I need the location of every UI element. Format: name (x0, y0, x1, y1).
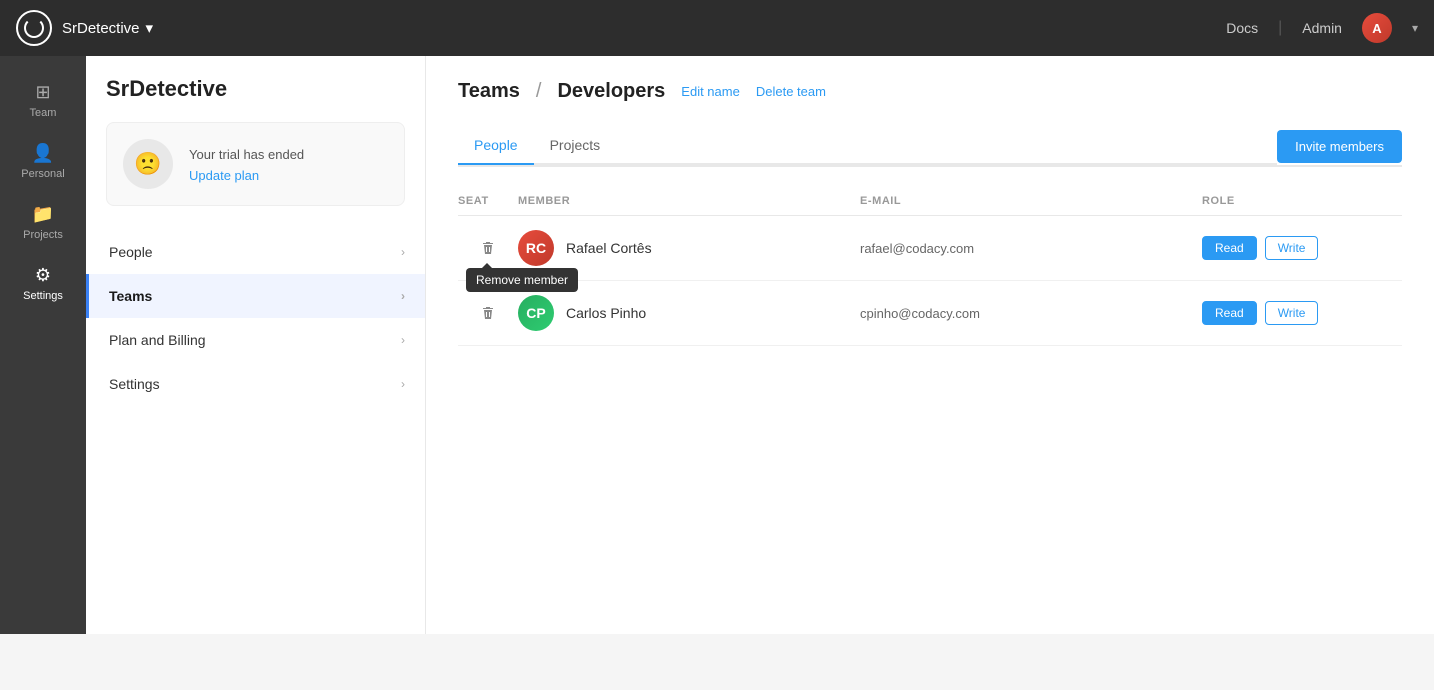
delete-team-button[interactable]: Delete team (756, 84, 826, 99)
remove-member-icon-carlos[interactable] (476, 301, 500, 325)
member-name-carlos: Carlos Pinho (566, 305, 646, 321)
avatar-chevron[interactable]: ▾ (1412, 21, 1418, 35)
tab-projects[interactable]: Projects (534, 127, 617, 165)
breadcrumb-child: Developers (557, 80, 665, 103)
sidebar-item-team[interactable]: ⊞ Team (8, 72, 78, 129)
navbar-logo (16, 10, 52, 46)
sidebar-item-projects[interactable]: 📁 Projects (8, 194, 78, 251)
col-role: ROLE (1202, 195, 1402, 207)
col-member: MEMBER (518, 195, 860, 207)
navbar-brand[interactable]: SrDetective ▾ (62, 19, 153, 37)
seat-cell-carlos (458, 301, 518, 325)
settings-icon: ⚙ (35, 265, 51, 286)
tabs: People Projects (458, 127, 1277, 165)
member-cell-carlos: CP Carlos Pinho (518, 295, 860, 331)
remove-member-icon-rafael[interactable]: Remove member (476, 236, 500, 260)
trial-face-icon: 🙁 (123, 139, 173, 189)
avatar[interactable]: A (1362, 13, 1392, 43)
role-read-carlos[interactable]: Read (1202, 301, 1257, 325)
role-write-rafael[interactable]: Write (1265, 236, 1319, 260)
remove-member-tooltip: Remove member (466, 268, 578, 292)
navbar-right: Docs | Admin A ▾ (1226, 13, 1418, 43)
table-row: CP Carlos Pinho cpinho@codacy.com Read W… (458, 281, 1402, 346)
nav-plan-chevron: › (401, 333, 405, 347)
content-area: Teams / Developers Edit name Delete team… (426, 56, 1434, 634)
sidebar-item-settings[interactable]: ⚙ Settings (8, 255, 78, 312)
col-seat: SEAT (458, 195, 518, 207)
table-row: Remove member RC Rafael Cortês rafael@co… (458, 216, 1402, 281)
breadcrumb-sep: / (536, 80, 542, 103)
nav-settings[interactable]: Settings › (86, 362, 425, 406)
role-cell-rafael: Read Write (1202, 236, 1402, 260)
avatar-initials: A (1372, 21, 1381, 36)
table-header: SEAT MEMBER E-MAIL ROLE (458, 187, 1402, 216)
sidebar-item-settings-label: Settings (23, 290, 63, 302)
nav-teams-chevron: › (401, 289, 405, 303)
member-name-rafael: Rafael Cortês (566, 240, 652, 256)
trial-info: Your trial has ended Update plan (189, 146, 304, 183)
seat-cell-rafael: Remove member (458, 236, 518, 260)
nav-settings-label: Settings (109, 376, 160, 392)
role-cell-carlos: Read Write (1202, 301, 1402, 325)
nav-teams[interactable]: Teams › (86, 274, 425, 318)
nav-people[interactable]: People › (86, 230, 425, 274)
avatar-carlos: CP (518, 295, 554, 331)
nav-people-chevron: › (401, 245, 405, 259)
sidebar-item-team-label: Team (30, 107, 57, 119)
col-email: E-MAIL (860, 195, 1202, 207)
nav-plan[interactable]: Plan and Billing › (86, 318, 425, 362)
email-carlos: cpinho@codacy.com (860, 306, 1202, 321)
logo-circle (24, 18, 44, 38)
nav-settings-chevron: › (401, 377, 405, 391)
sidebar-item-personal[interactable]: 👤 Personal (8, 133, 78, 190)
docs-link[interactable]: Docs (1226, 20, 1258, 36)
trial-box: 🙁 Your trial has ended Update plan (106, 122, 405, 206)
personal-icon: 👤 (32, 143, 54, 164)
members-table: SEAT MEMBER E-MAIL ROLE Remove member (458, 187, 1402, 346)
projects-icon: 📁 (32, 204, 54, 225)
navbar-divider: | (1278, 19, 1282, 37)
nav-teams-label: Teams (109, 288, 152, 304)
role-read-rafael[interactable]: Read (1202, 236, 1257, 260)
avatar-rafael: RC (518, 230, 554, 266)
navbar: SrDetective ▾ Docs | Admin A ▾ (0, 0, 1434, 56)
settings-title: SrDetective (86, 76, 425, 122)
content-header: Teams / Developers Edit name Delete team (458, 80, 1402, 103)
role-write-carlos[interactable]: Write (1265, 301, 1319, 325)
member-cell-rafael: RC Rafael Cortês (518, 230, 860, 266)
edit-name-button[interactable]: Edit name (681, 84, 740, 99)
trial-text: Your trial has ended (189, 147, 304, 162)
update-plan-link[interactable]: Update plan (189, 168, 304, 183)
team-icon: ⊞ (35, 82, 50, 103)
sidebar-item-projects-label: Projects (23, 229, 63, 241)
main-layout: SrDetective 🙁 Your trial has ended Updat… (86, 56, 1434, 634)
breadcrumb-parent: Teams (458, 80, 520, 103)
navbar-brand-name: SrDetective (62, 20, 140, 37)
invite-members-button[interactable]: Invite members (1277, 130, 1402, 163)
email-rafael: rafael@codacy.com (860, 241, 1202, 256)
settings-sidebar: SrDetective 🙁 Your trial has ended Updat… (86, 56, 426, 634)
sidebar: ⊞ Team 👤 Personal 📁 Projects ⚙ Settings (0, 56, 86, 634)
sidebar-item-personal-label: Personal (21, 168, 64, 180)
nav-people-label: People (109, 244, 153, 260)
tab-people[interactable]: People (458, 127, 534, 165)
admin-label[interactable]: Admin (1302, 20, 1342, 36)
nav-plan-label: Plan and Billing (109, 332, 206, 348)
navbar-brand-chevron: ▾ (146, 19, 154, 37)
